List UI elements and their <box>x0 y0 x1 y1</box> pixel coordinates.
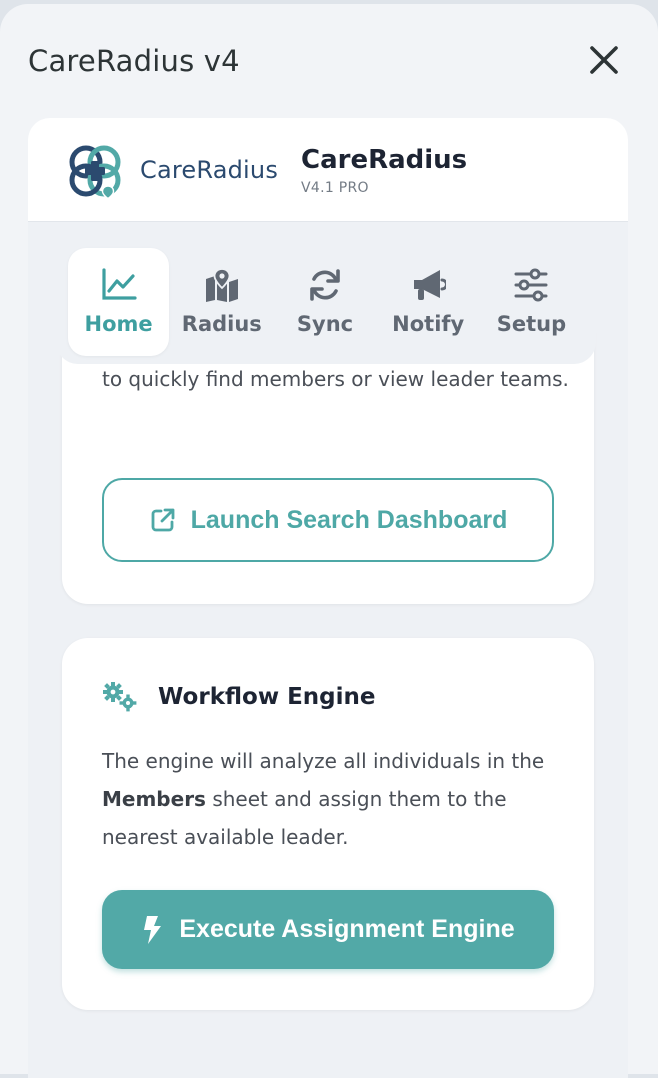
brand-header: CareRadius CareRadius V4.1 PRO <box>28 118 628 222</box>
window-title: CareRadius v4 <box>28 44 240 78</box>
lightning-bolt-icon <box>144 915 162 944</box>
workflow-engine-card: Workflow Engine The engine will analyze … <box>62 638 594 1010</box>
title-bar: CareRadius v4 <box>28 44 630 84</box>
version-badge: V4.1 PRO <box>301 180 369 196</box>
scroll-area[interactable]: to quickly find members or view leader t… <box>28 308 628 1078</box>
brand-name: CareRadius <box>301 145 468 175</box>
tab-home-label: Home <box>84 312 153 336</box>
search-card-text: to quickly find members or view leader t… <box>102 367 569 391</box>
tab-notify-label: Notify <box>392 312 465 336</box>
tab-setup[interactable]: Setup <box>481 248 582 356</box>
close-button[interactable] <box>586 42 622 78</box>
tab-sync-label: Sync <box>296 312 354 336</box>
launch-search-dashboard-label: Launch Search Dashboard <box>190 505 508 534</box>
careradius-logo-icon <box>69 145 121 198</box>
tab-sync[interactable]: Sync <box>274 248 375 356</box>
sidebar-panel: CareRadius v4 to quickly find members or… <box>0 4 658 1078</box>
main-navigation: Home Radius Sync Notify Setup <box>56 240 596 364</box>
sliders-icon <box>514 268 548 302</box>
main-content: to quickly find members or view leader t… <box>28 118 628 1078</box>
launch-search-dashboard-button[interactable]: Launch Search Dashboard <box>102 478 554 562</box>
external-link-icon <box>151 508 175 532</box>
megaphone-icon <box>414 270 447 300</box>
workflow-text-before: The engine will analyze all individuals … <box>102 749 545 773</box>
gears-icon <box>103 682 137 712</box>
tab-notify[interactable]: Notify <box>378 248 479 356</box>
line-chart-icon <box>101 268 137 300</box>
logo-wordmark: CareRadius <box>140 156 279 184</box>
tab-radius-label: Radius <box>181 312 262 336</box>
close-icon <box>590 46 618 74</box>
execute-assignment-engine-button[interactable]: Execute Assignment Engine <box>102 890 554 969</box>
tab-setup-label: Setup <box>496 312 567 336</box>
sync-icon <box>310 269 340 301</box>
workflow-text-bold: Members <box>102 787 206 811</box>
tab-home[interactable]: Home <box>68 248 170 356</box>
map-icon <box>205 268 238 302</box>
execute-assignment-engine-label: Execute Assignment Engine <box>179 915 515 943</box>
workflow-card-title: Workflow Engine <box>158 684 376 710</box>
tab-radius[interactable]: Radius <box>171 248 272 356</box>
workflow-card-text: The engine will analyze all individuals … <box>102 742 572 856</box>
